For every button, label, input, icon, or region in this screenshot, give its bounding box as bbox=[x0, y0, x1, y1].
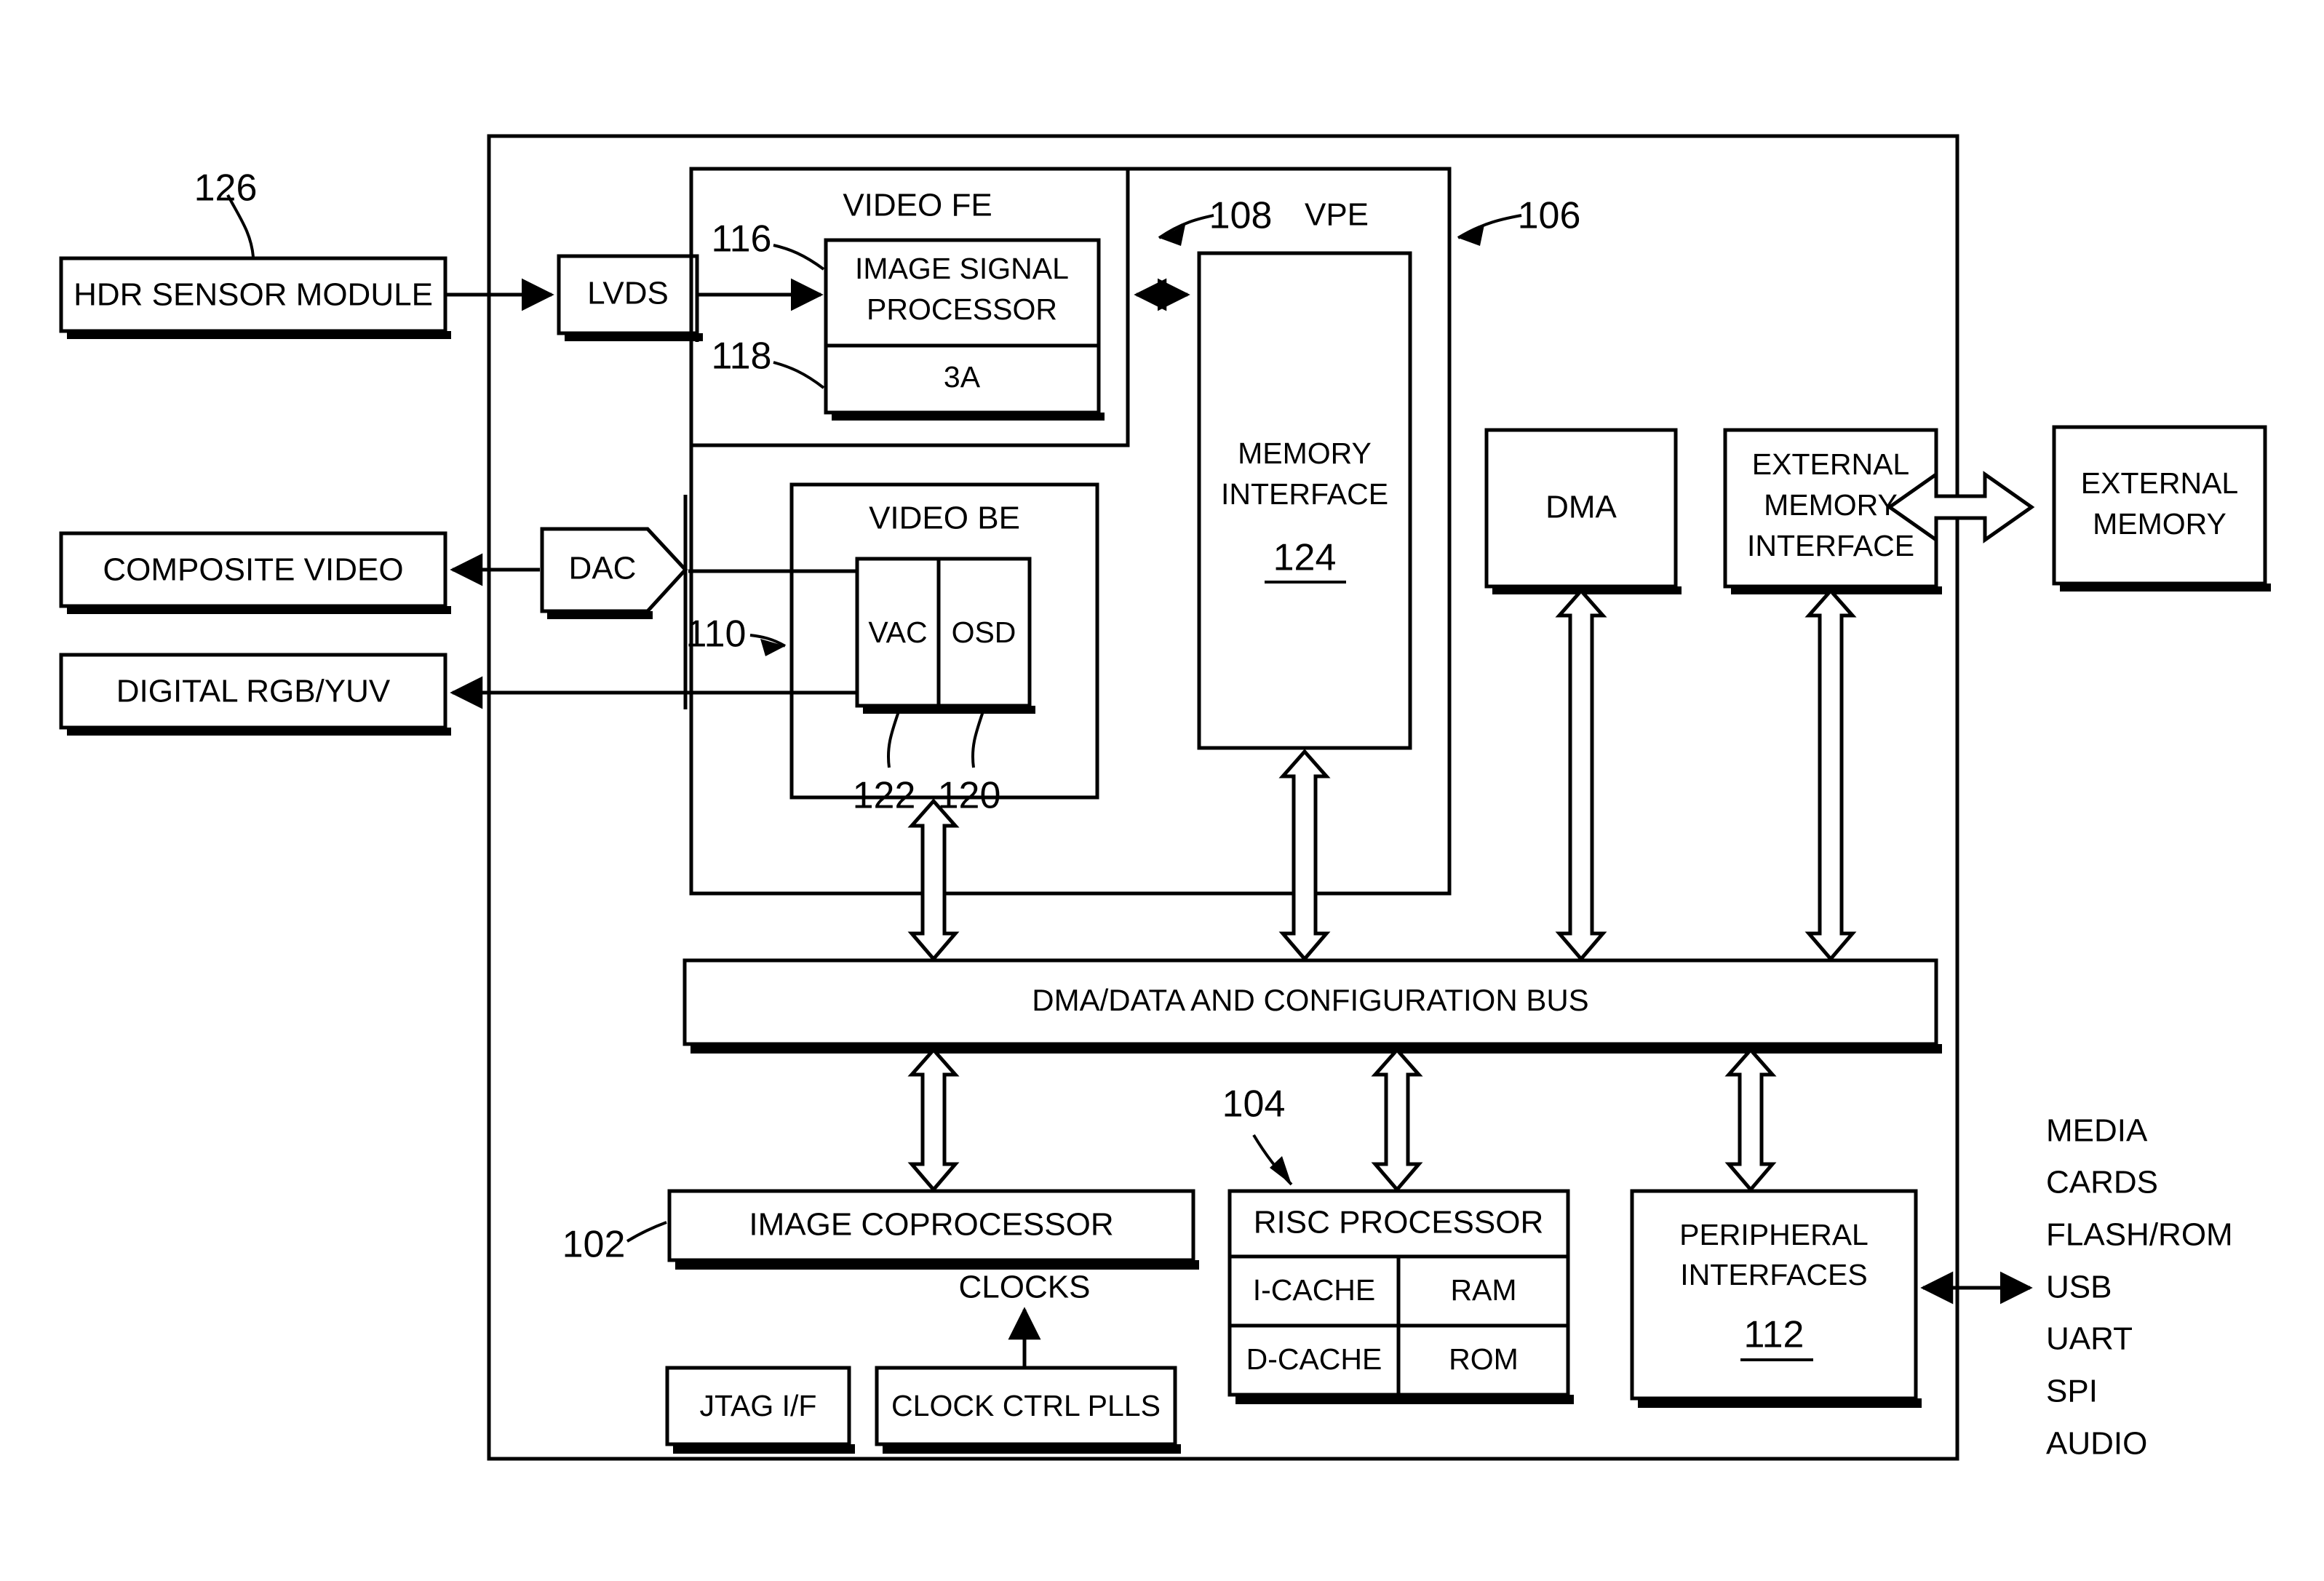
external-memory-label-line2: MEMORY bbox=[2093, 507, 2226, 541]
ref-104-label: 104 bbox=[1222, 1083, 1286, 1126]
peripheral-signal-2: FLASH/ROM bbox=[2046, 1217, 2233, 1253]
hdr-sensor-module-box[interactable]: HDR SENSOR MODULE bbox=[59, 256, 451, 339]
peripheral-signal-list: MEDIA CARDS FLASH/ROM USB UART SPI AUDIO bbox=[2046, 1113, 2233, 1462]
ref-106-label: 106 bbox=[1518, 195, 1581, 237]
memory-interface-label-line1: MEMORY bbox=[1238, 437, 1372, 470]
clocks-label: CLOCKS bbox=[959, 1270, 1091, 1305]
jtag-label: JTAG I/F bbox=[700, 1389, 817, 1422]
ram-label: RAM bbox=[1450, 1273, 1516, 1307]
vpe-label: VPE bbox=[1305, 197, 1369, 233]
emif-label-line1: EXTERNAL bbox=[1752, 447, 1909, 481]
peripheral-signal-3: USB bbox=[2046, 1270, 2112, 1305]
emif-label-line2: MEMORY bbox=[1764, 488, 1898, 522]
figure-canvas: HDR SENSOR MODULE 126 LVDS VPE 106 108 V… bbox=[0, 0, 2324, 1581]
peripheral-interfaces-label-line2: INTERFACES bbox=[1680, 1258, 1867, 1291]
peripheral-interfaces-box[interactable]: PERIPHERAL INTERFACES 112 bbox=[1630, 1189, 1922, 1408]
composite-video-box[interactable]: COMPOSITE VIDEO bbox=[59, 531, 451, 614]
digital-rgb-yuv-label: DIGITAL RGB/YUV bbox=[116, 674, 391, 709]
osd-box[interactable]: OSD bbox=[936, 557, 1035, 714]
video-be-label: VIDEO BE bbox=[869, 501, 1020, 536]
rom-label: ROM bbox=[1449, 1342, 1519, 1376]
clock-ctrl-plls-box[interactable]: CLOCK CTRL PLLS bbox=[875, 1366, 1181, 1454]
external-memory-box[interactable]: EXTERNAL MEMORY bbox=[2052, 425, 2271, 592]
ref-110-label: 110 bbox=[686, 613, 747, 656]
memory-interface-box[interactable]: MEMORY INTERFACE 124 bbox=[1197, 251, 1412, 750]
peripheral-interfaces-ref-label: 112 bbox=[1744, 1314, 1804, 1356]
isp-label-line2: PROCESSOR bbox=[867, 292, 1057, 326]
dma-box[interactable]: DMA bbox=[1484, 428, 1682, 594]
osd-label: OSD bbox=[952, 616, 1016, 649]
three-a-box[interactable]: 3A bbox=[824, 343, 1105, 421]
lvds-box[interactable]: LVDS bbox=[557, 254, 703, 341]
emif-label-line3: INTERFACE bbox=[1747, 529, 1914, 562]
memory-interface-label-line2: INTERFACE bbox=[1221, 477, 1388, 511]
clock-ctrl-plls-label: CLOCK CTRL PLLS bbox=[891, 1389, 1161, 1422]
peripheral-signal-0: MEDIA bbox=[2046, 1113, 2148, 1149]
ref-122-label: 122 bbox=[853, 775, 916, 817]
three-a-label: 3A bbox=[944, 360, 981, 394]
peripheral-interfaces-label-line1: PERIPHERAL bbox=[1679, 1218, 1869, 1251]
image-coprocessor-label: IMAGE COPROCESSOR bbox=[749, 1207, 1113, 1243]
peripheral-signal-4: UART bbox=[2046, 1321, 2133, 1357]
ref-102-label: 102 bbox=[562, 1224, 626, 1266]
video-fe-label: VIDEO FE bbox=[843, 188, 992, 223]
digital-rgb-yuv-box[interactable]: DIGITAL RGB/YUV bbox=[59, 653, 451, 736]
composite-video-label: COMPOSITE VIDEO bbox=[103, 552, 403, 588]
hdr-sensor-module-label: HDR SENSOR MODULE bbox=[73, 277, 433, 313]
external-memory-label-line1: EXTERNAL bbox=[2081, 466, 2238, 500]
ref-118-label: 118 bbox=[712, 335, 772, 378]
ref-120-label: 120 bbox=[938, 775, 1001, 817]
ref-108-label: 108 bbox=[1209, 195, 1273, 237]
vac-label: VAC bbox=[868, 616, 927, 649]
i-cache-label: I-CACHE bbox=[1253, 1273, 1376, 1307]
risc-processor-box[interactable]: RISC PROCESSOR I-CACHE RAM D-CACHE ROM bbox=[1227, 1189, 1574, 1404]
dac-label: DAC bbox=[569, 551, 637, 586]
ref-116-label: 116 bbox=[712, 218, 772, 260]
memory-interface-ref-label: 124 bbox=[1273, 537, 1337, 579]
dma-label: DMA bbox=[1545, 490, 1617, 525]
isp-label-line1: IMAGE SIGNAL bbox=[855, 252, 1069, 285]
dma-data-bus-label: DMA/DATA AND CONFIGURATION BUS bbox=[1032, 983, 1588, 1017]
vac-box[interactable]: VAC bbox=[855, 557, 944, 714]
block-diagram-svg: HDR SENSOR MODULE 126 LVDS VPE 106 108 V… bbox=[59, 134, 2271, 1462]
jtag-interface-box[interactable]: JTAG I/F bbox=[665, 1366, 855, 1454]
d-cache-label: D-CACHE bbox=[1246, 1342, 1382, 1376]
peripheral-signal-6: AUDIO bbox=[2046, 1426, 2147, 1462]
risc-processor-label: RISC PROCESSOR bbox=[1254, 1205, 1544, 1240]
peripheral-signal-5: SPI bbox=[2046, 1374, 2098, 1409]
image-signal-processor-box[interactable]: IMAGE SIGNAL PROCESSOR bbox=[824, 238, 1101, 348]
ref-126-leader: 126 bbox=[194, 167, 258, 258]
dma-data-bus-box[interactable]: DMA/DATA AND CONFIGURATION BUS bbox=[683, 958, 1942, 1054]
ref-126-label: 126 bbox=[194, 167, 258, 210]
image-coprocessor-box[interactable]: IMAGE COPROCESSOR bbox=[667, 1189, 1199, 1270]
lvds-label: LVDS bbox=[587, 276, 669, 311]
peripheral-signal-1: CARDS bbox=[2046, 1165, 2158, 1200]
